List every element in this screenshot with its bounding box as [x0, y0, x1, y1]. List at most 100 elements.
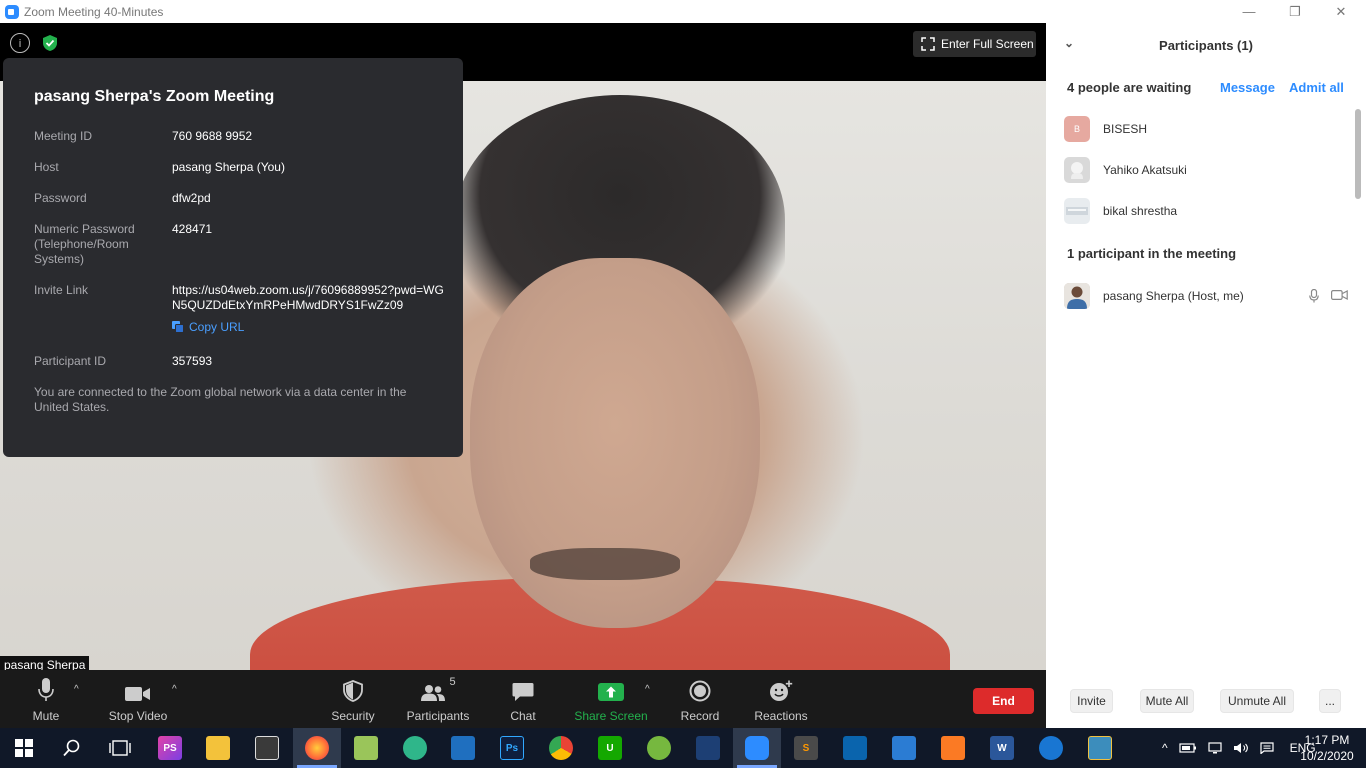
host-value[interactable]: pasang Sherpa (You) — [172, 160, 452, 175]
system-tray: ^ ENG — [1162, 728, 1316, 768]
sublime-icon[interactable]: S — [794, 736, 818, 760]
waiting-participant-row[interactable]: bikal shrestha — [1064, 198, 1354, 224]
mute-button[interactable]: Mute — [28, 676, 64, 724]
tray-overflow-chevron-icon[interactable]: ^ — [1162, 741, 1168, 755]
participant-name: bikal shrestha — [1103, 204, 1178, 218]
chrome-icon[interactable] — [549, 736, 573, 760]
video-camera-icon[interactable] — [1331, 289, 1348, 301]
participants-label: Participants — [406, 709, 470, 723]
volume-icon[interactable] — [1233, 742, 1249, 754]
video-options-caret[interactable]: ^ — [172, 684, 177, 695]
network-icon[interactable] — [1208, 742, 1222, 754]
admit-all-button[interactable]: Admit all — [1289, 80, 1344, 95]
store-icon[interactable] — [255, 736, 279, 760]
word-icon[interactable]: W — [990, 736, 1014, 760]
minimize-button[interactable]: — — [1226, 0, 1272, 23]
collapse-panel-chevron-icon[interactable]: ⌄ — [1064, 36, 1074, 50]
participants-button[interactable]: 5 Participants — [406, 676, 470, 724]
share-screen-button[interactable]: Share Screen — [574, 676, 648, 724]
copy-url-link[interactable]: Copy URL — [172, 320, 244, 334]
windows-taskbar: PS Ps U S W ^ ENG 1:17 PM 10/2/2020 — [0, 728, 1366, 768]
end-meeting-button[interactable]: End — [973, 688, 1034, 714]
zoom-logo-icon — [5, 4, 19, 19]
file-explorer-icon[interactable] — [206, 736, 230, 760]
participant-id-key: Participant ID — [34, 354, 107, 368]
copy-icon — [172, 321, 184, 333]
participants-panel-header: ⌄ Participants (1) — [1046, 23, 1366, 67]
photos-icon[interactable] — [1088, 736, 1112, 760]
window-title: Zoom Meeting 40-Minutes — [24, 4, 164, 19]
stop-video-label: Stop Video — [108, 709, 168, 723]
mute-label: Mute — [32, 709, 60, 723]
invite-link-value[interactable]: https://us04web.zoom.us/j/76096889952?pw… — [172, 283, 452, 313]
reactions-button[interactable]: Reactions — [754, 676, 808, 724]
files-icon[interactable] — [354, 736, 378, 760]
message-waiting-button[interactable]: Message — [1220, 80, 1275, 95]
title-bar: Zoom Meeting 40-Minutes — ❐ ✕ — [0, 0, 1366, 23]
share-screen-label: Share Screen — [574, 709, 648, 723]
participants-icon: 5 — [420, 676, 456, 702]
participant-name: BISESH — [1103, 122, 1148, 136]
mute-all-button[interactable]: Mute All — [1140, 689, 1194, 713]
alarm-icon[interactable] — [1039, 736, 1063, 760]
reactions-emoji-icon — [769, 676, 793, 702]
photoshop-icon[interactable]: Ps — [500, 736, 524, 760]
enter-full-screen-label: Enter Full Screen — [941, 37, 1034, 51]
in-meeting-label: 1 participant in the meeting — [1067, 246, 1237, 261]
search-icon[interactable] — [60, 736, 84, 760]
participants-panel: ⌄ Participants (1) 4 people are waiting … — [1046, 23, 1366, 728]
task-view-icon[interactable] — [108, 736, 132, 760]
numeric-password-value[interactable]: 428471 — [172, 222, 452, 237]
invite-button[interactable]: Invite — [1070, 689, 1113, 713]
waiting-participant-row[interactable]: Yahiko Akatsuki — [1064, 157, 1354, 183]
mendeley-icon[interactable] — [696, 736, 720, 760]
restore-button[interactable]: ❐ — [1272, 0, 1318, 23]
vscode-icon[interactable] — [451, 736, 475, 760]
action-center-icon[interactable] — [1260, 742, 1274, 754]
upwork-icon[interactable]: U — [598, 736, 622, 760]
record-button[interactable]: Record — [680, 676, 720, 724]
phpstorm-icon[interactable]: PS — [158, 736, 182, 760]
microphone-icon[interactable] — [1309, 289, 1319, 303]
start-icon[interactable] — [12, 736, 36, 760]
chat-bubble-icon — [512, 676, 534, 702]
close-button[interactable]: ✕ — [1318, 0, 1364, 23]
chat-label: Chat — [510, 709, 536, 723]
taskbar-clock[interactable]: 1:17 PM 10/2/2020 — [1297, 732, 1357, 764]
participants-scrollbar[interactable] — [1355, 109, 1361, 199]
waiting-participant-row[interactable]: B BISESH — [1064, 116, 1354, 142]
meeting-id-value[interactable]: 760 9688 9952 — [172, 129, 452, 144]
camera-subject-mustache — [530, 548, 680, 580]
atom-icon[interactable] — [403, 736, 427, 760]
security-button[interactable]: Security — [331, 676, 375, 724]
firefox-icon[interactable] — [305, 736, 329, 760]
unmute-all-button[interactable]: Unmute All — [1220, 689, 1294, 713]
participant-id-value[interactable]: 357593 — [172, 354, 452, 369]
meeting-info-icon[interactable]: i — [10, 33, 30, 53]
share-options-caret[interactable]: ^ — [645, 684, 650, 695]
avatar — [1064, 157, 1090, 183]
zoom-icon[interactable] — [745, 736, 769, 760]
more-options-button[interactable]: ... — [1319, 689, 1341, 713]
utorrent-icon[interactable] — [647, 736, 671, 760]
stop-video-button[interactable]: Stop Video — [106, 676, 170, 724]
battery-icon[interactable] — [1179, 742, 1197, 754]
clock-time: 1:17 PM — [1304, 733, 1350, 747]
avatar — [1064, 198, 1090, 224]
enter-full-screen-button[interactable]: Enter Full Screen — [913, 31, 1036, 57]
meeting-participant-row[interactable]: pasang Sherpa (Host, me) — [1064, 283, 1354, 309]
security-shield-icon — [343, 676, 363, 702]
record-label: Record — [680, 709, 720, 723]
network-info-text: You are connected to the Zoom global net… — [34, 385, 407, 414]
audio-options-caret[interactable]: ^ — [74, 684, 79, 695]
ms-teams-icon[interactable] — [892, 736, 916, 760]
microphone-icon — [38, 676, 54, 702]
password-value[interactable]: dfw2pd — [172, 191, 452, 206]
outlook-icon[interactable] — [843, 736, 867, 760]
avatar: B — [1064, 116, 1090, 142]
video-camera-icon — [125, 676, 151, 702]
chat-button[interactable]: Chat — [505, 676, 541, 724]
meeting-info-title: pasang Sherpa's Zoom Meeting — [34, 88, 275, 105]
encryption-shield-icon[interactable] — [40, 33, 60, 53]
xampp-icon[interactable] — [941, 736, 965, 760]
